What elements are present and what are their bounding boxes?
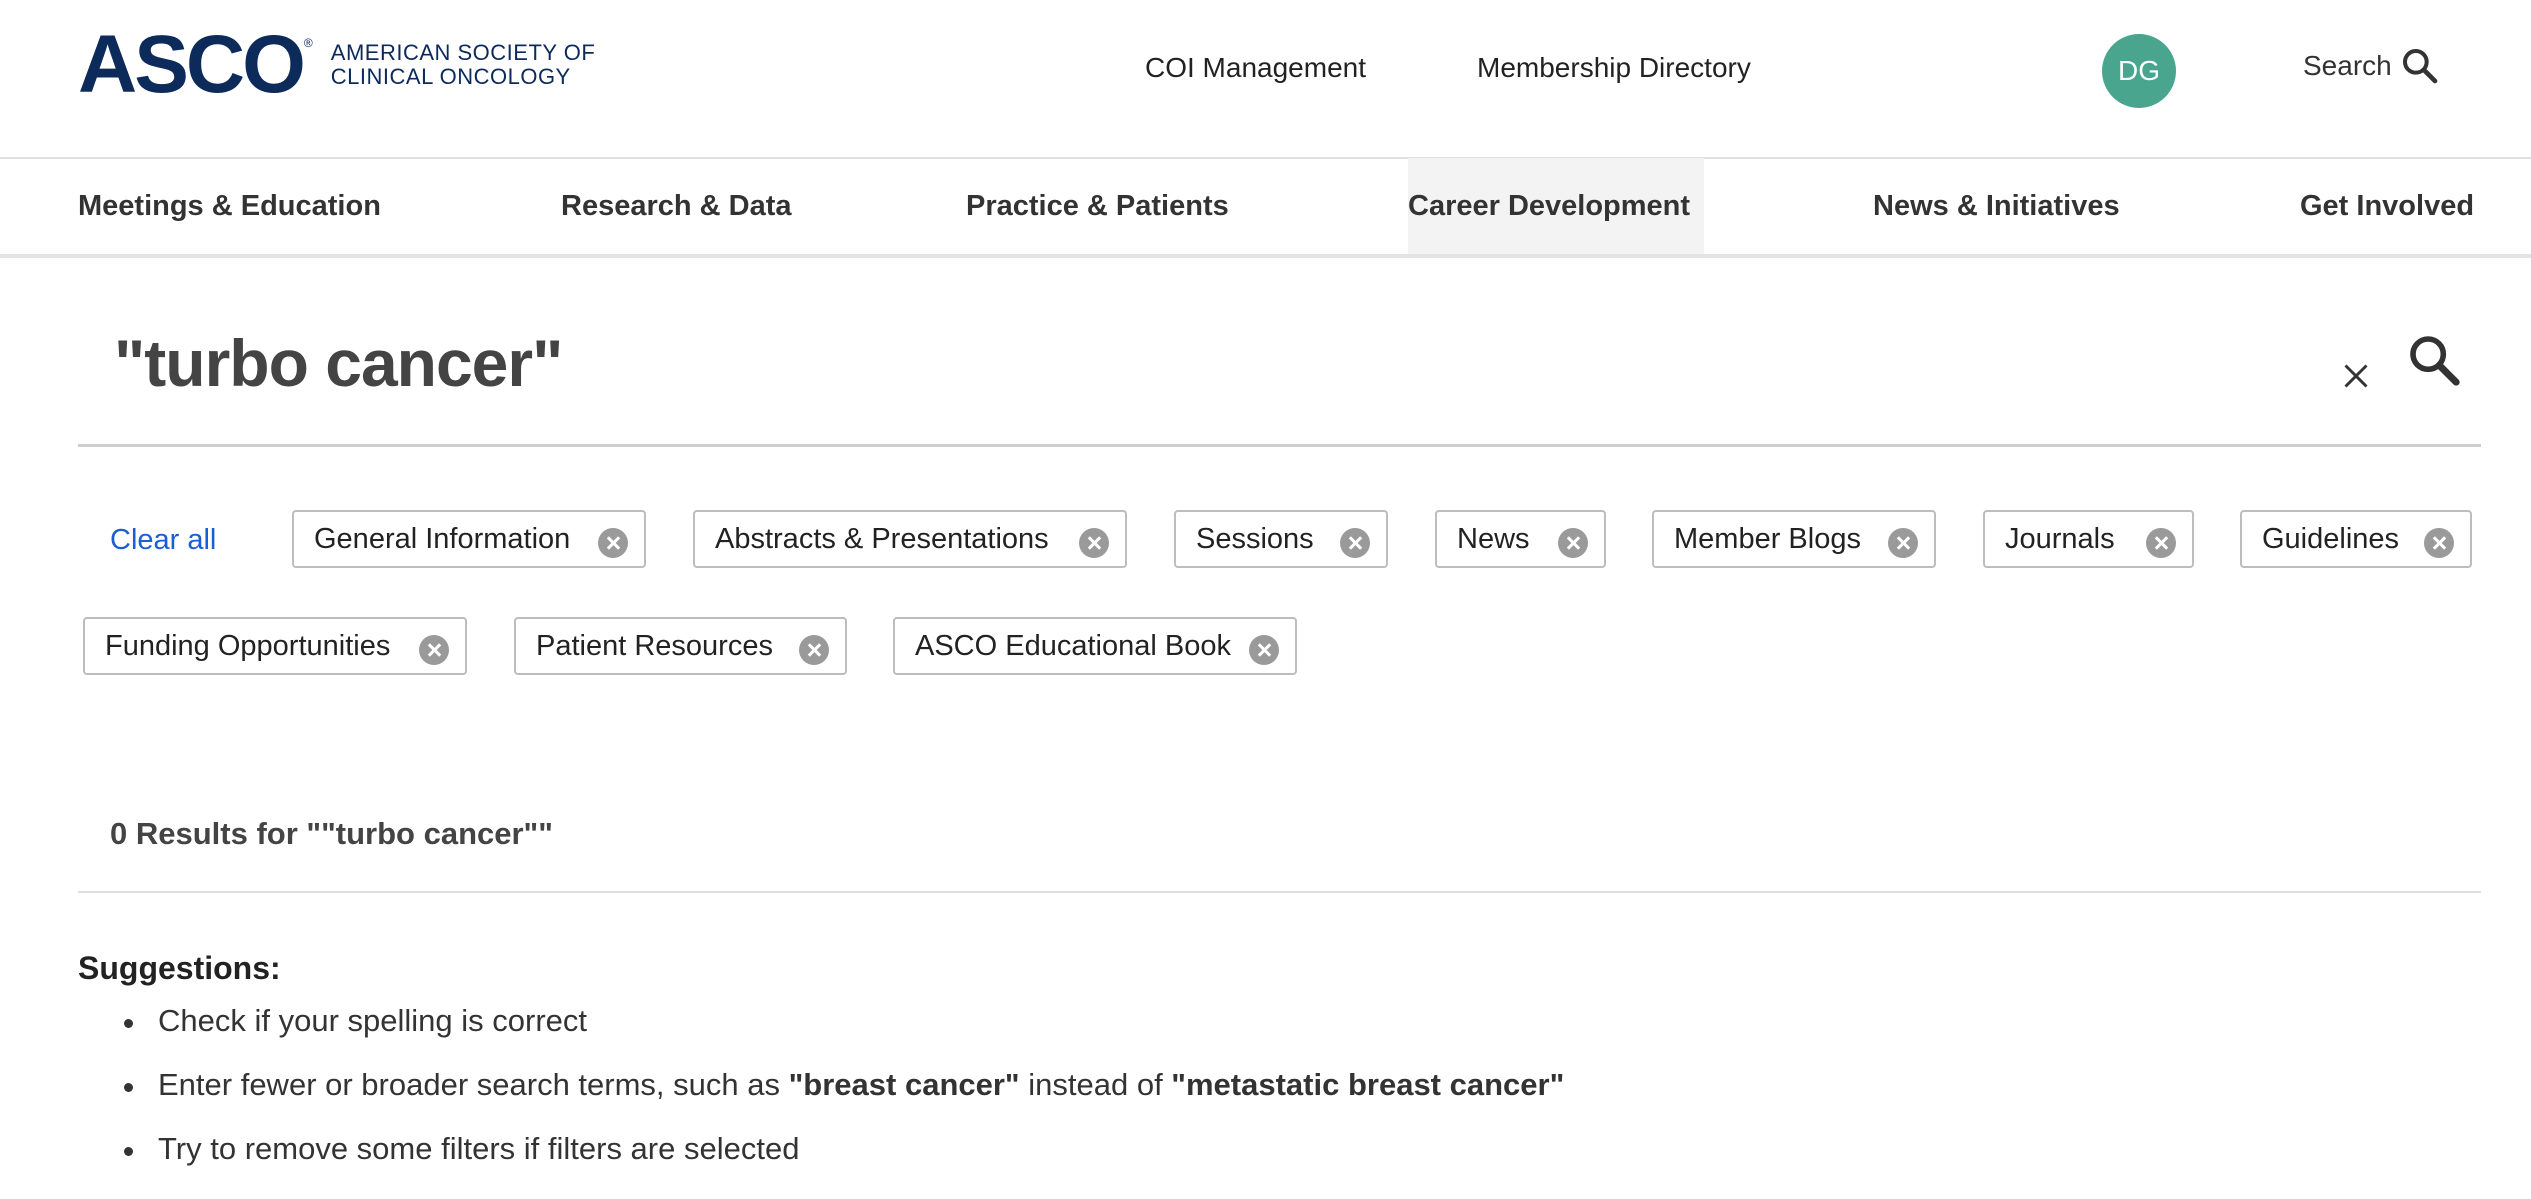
logo-registered-mark: ® bbox=[303, 36, 313, 50]
utility-link-membership-directory[interactable]: Membership Directory bbox=[1477, 52, 1751, 84]
remove-filter-icon[interactable] bbox=[2424, 528, 2454, 558]
remove-filter-icon[interactable] bbox=[1888, 528, 1918, 558]
filter-chip-guidelines: Guidelines bbox=[2240, 510, 2472, 568]
chip-label: Sessions bbox=[1196, 522, 1314, 555]
utility-link-coi-management[interactable]: COI Management bbox=[1145, 52, 1366, 84]
logo-line-2: CLINICAL ONCOLOGY bbox=[330, 64, 571, 89]
results-divider bbox=[78, 891, 2481, 893]
suggestion-example-broad: "breast cancer" bbox=[788, 1067, 1020, 1102]
remove-filter-icon[interactable] bbox=[1340, 528, 1370, 558]
search-icon bbox=[2402, 49, 2438, 84]
remove-filter-icon[interactable] bbox=[1079, 528, 1109, 558]
suggestion-example-specific: "metastatic breast cancer" bbox=[1171, 1067, 1565, 1102]
filter-chip-funding-opportunities: Funding Opportunities bbox=[83, 617, 467, 675]
filter-chip-asco-educational-book: ASCO Educational Book bbox=[893, 617, 1297, 675]
chip-label: Funding Opportunities bbox=[105, 629, 391, 662]
filter-chip-journals: Journals bbox=[1983, 510, 2194, 568]
nav-research-data[interactable]: Research & Data bbox=[561, 158, 792, 254]
remove-filter-icon[interactable] bbox=[419, 635, 449, 665]
remove-filter-icon[interactable] bbox=[2146, 528, 2176, 558]
clear-search-icon[interactable] bbox=[2342, 362, 2370, 390]
remove-filter-icon[interactable] bbox=[1249, 635, 1279, 665]
logo-text: AMERICAN SOCIETY OF CLINICAL ONCOLOGY bbox=[331, 41, 596, 89]
suggestion-text: Enter fewer or broader search terms, suc… bbox=[158, 1067, 789, 1102]
filter-chip-abstracts-presentations: Abstracts & Presentations bbox=[693, 510, 1127, 568]
main-navigation: Meetings & Education Research & Data Pra… bbox=[0, 158, 2531, 258]
logo-line-1: AMERICAN SOCIETY OF bbox=[330, 40, 596, 65]
bullet bbox=[124, 1019, 133, 1028]
filter-chip-news: News bbox=[1435, 510, 1606, 568]
nav-meetings-education[interactable]: Meetings & Education bbox=[78, 158, 381, 254]
remove-filter-icon[interactable] bbox=[1558, 528, 1588, 558]
suggestion-broader-terms: Enter fewer or broader search terms, suc… bbox=[158, 1067, 1564, 1103]
chip-label: Patient Resources bbox=[536, 629, 773, 662]
chip-label: Guidelines bbox=[2262, 522, 2400, 555]
header-search-button[interactable]: Search bbox=[2303, 46, 2440, 86]
filter-chip-sessions: Sessions bbox=[1174, 510, 1388, 568]
search-submit-icon[interactable] bbox=[2406, 332, 2462, 388]
nav-news-initiatives[interactable]: News & Initiatives bbox=[1873, 158, 2120, 254]
chip-label: Abstracts & Presentations bbox=[715, 522, 1049, 555]
logo-mark: ASCO bbox=[78, 19, 306, 110]
suggestion-text: instead of bbox=[1019, 1067, 1172, 1102]
filter-chip-patient-resources: Patient Resources bbox=[514, 617, 847, 675]
filter-chip-member-blogs: Member Blogs bbox=[1652, 510, 1936, 568]
suggestion-remove-filters: Try to remove some filters if filters ar… bbox=[158, 1131, 800, 1166]
results-count: 0 Results for ""turbo cancer"" bbox=[110, 816, 553, 851]
bullet bbox=[124, 1083, 133, 1092]
nav-career-development[interactable]: Career Development bbox=[1408, 158, 1704, 254]
bullet bbox=[124, 1147, 133, 1156]
search-underline bbox=[78, 444, 2481, 447]
chip-label: General Information bbox=[314, 522, 571, 555]
nav-get-involved[interactable]: Get Involved bbox=[2300, 158, 2474, 254]
chip-label: Journals bbox=[2005, 522, 2115, 555]
chip-label: News bbox=[1457, 522, 1530, 555]
suggestions-title: Suggestions: bbox=[78, 950, 281, 986]
chip-label: Member Blogs bbox=[1674, 522, 1861, 555]
search-input[interactable]: "turbo cancer" bbox=[114, 325, 563, 401]
remove-filter-icon[interactable] bbox=[799, 635, 829, 665]
chip-label: ASCO Educational Book bbox=[915, 629, 1231, 662]
clear-all-filters-link[interactable]: Clear all bbox=[110, 524, 216, 557]
remove-filter-icon[interactable] bbox=[598, 528, 628, 558]
filter-chip-general-information: General Information bbox=[292, 510, 646, 568]
user-avatar[interactable]: DG bbox=[2102, 34, 2176, 108]
suggestion-spelling: Check if your spelling is correct bbox=[158, 1003, 587, 1038]
header-search-label: Search bbox=[2303, 50, 2392, 81]
asco-logo[interactable]: ASCO ® AMERICAN SOCIETY OF CLINICAL ONCO… bbox=[78, 24, 596, 106]
nav-practice-patients[interactable]: Practice & Patients bbox=[966, 158, 1229, 254]
site-header: ASCO ® AMERICAN SOCIETY OF CLINICAL ONCO… bbox=[0, 0, 2531, 159]
